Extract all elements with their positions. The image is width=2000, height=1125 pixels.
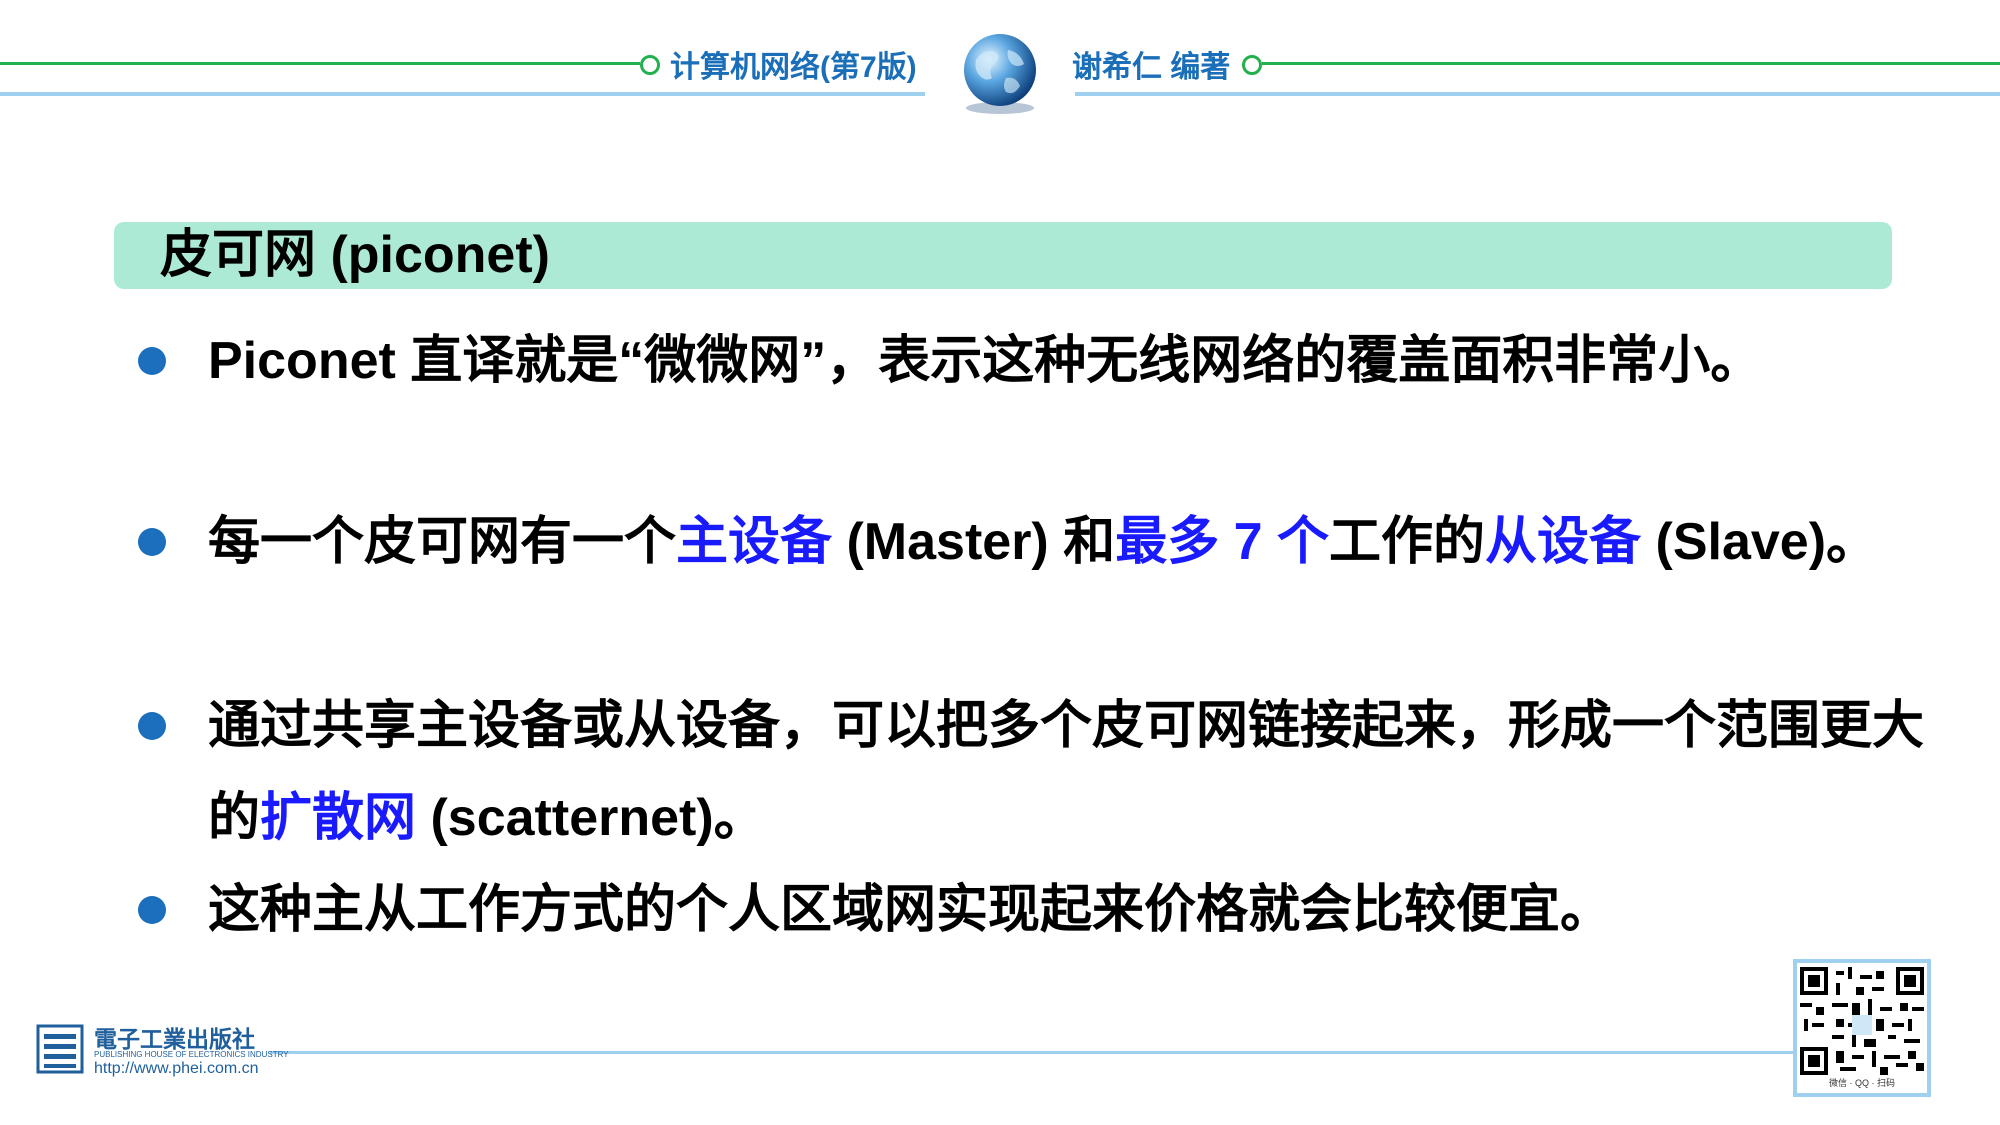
header-blue-line-left (0, 92, 925, 96)
header-blue-line-right (1075, 92, 2000, 96)
slide-title: 皮可网 (piconet) (160, 226, 550, 284)
bullet-item-1: Piconet 直译就是“微微网”，表示这种无线网络的覆盖面积非常小。 (128, 315, 1898, 499)
header-green-line-left (0, 62, 640, 65)
publisher-logo: 電子工業出版社 PUBLISHING HOUSE OF ELECTRONICS … (36, 1020, 289, 1082)
book-author: 谢希仁 编著 (1072, 51, 1231, 84)
title-band: 皮可网 (piconet) (114, 222, 1892, 289)
header-circle-left (640, 55, 660, 75)
bullet-text-part: (Master) 和 (832, 513, 1116, 571)
publisher-subtitle: PUBLISHING HOUSE OF ELECTRONICS INDUSTRY (94, 1050, 289, 1059)
publisher-emblem-icon (36, 1024, 84, 1074)
highlight-slave-device: 从设备 (1485, 513, 1642, 571)
bullet-item-2: 每一个皮可网有一个主设备 (Master) 和最多 7 个工作的从设备 (Sla… (128, 496, 1898, 680)
qr-code-icon (1800, 967, 1924, 1075)
bullet-text-part: Piconet 直译就是“微微网”，表示这种无线网络的覆盖面积非常小。 (208, 332, 1763, 390)
highlight-scatternet: 扩散网 (260, 789, 417, 847)
header-green-line-right (1262, 62, 2000, 65)
highlight-max-seven: 最多 7 个 (1115, 513, 1330, 571)
globe-icon (964, 34, 1036, 114)
bullet-item-4: 这种主从工作方式的个人区域网实现起来价格就会比较便宜。 (128, 864, 1898, 956)
qr-code: 微信 · QQ · 扫码 (1793, 959, 1931, 1097)
publisher-name: 電子工業出版社 (94, 1026, 255, 1053)
bullet-text-part: (scatternet)。 (416, 789, 766, 847)
publisher-url[interactable]: http://www.phei.com.cn (94, 1060, 259, 1078)
qr-caption: 微信 · QQ · 扫码 (1829, 1078, 1895, 1088)
bullet-item-3: 通过共享主设备或从设备，可以把多个皮可网链接起来，形成一个范围更大的扩散网 (s… (128, 680, 1924, 864)
bullet-dot (138, 528, 166, 556)
bullet-text-part: 工作的 (1329, 513, 1486, 571)
bullet-text-part: (Slave)。 (1641, 513, 1879, 571)
bullet-text-2: 每一个皮可网有一个主设备 (Master) 和最多 7 个工作的从设备 (Sla… (208, 496, 1958, 588)
bullet-text-part: 每一个皮可网有一个 (208, 513, 677, 571)
bullet-dot (138, 347, 166, 375)
bullet-text-3: 通过共享主设备或从设备，可以把多个皮可网链接起来，形成一个范围更大的扩散网 (s… (208, 680, 1958, 864)
footer-line (270, 1051, 1793, 1054)
bullet-dot (138, 896, 166, 924)
book-title: 计算机网络(第7版) (670, 51, 917, 84)
bullet-text-4: 这种主从工作方式的个人区域网实现起来价格就会比较便宜。 (208, 864, 1958, 956)
bullet-text-part: 这种主从工作方式的个人区域网实现起来价格就会比较便宜。 (208, 881, 1613, 939)
highlight-master-device: 主设备 (676, 513, 833, 571)
bullet-text-1: Piconet 直译就是“微微网”，表示这种无线网络的覆盖面积非常小。 (208, 315, 1958, 407)
header-circle-right (1242, 55, 1262, 75)
bullet-dot (138, 712, 166, 740)
